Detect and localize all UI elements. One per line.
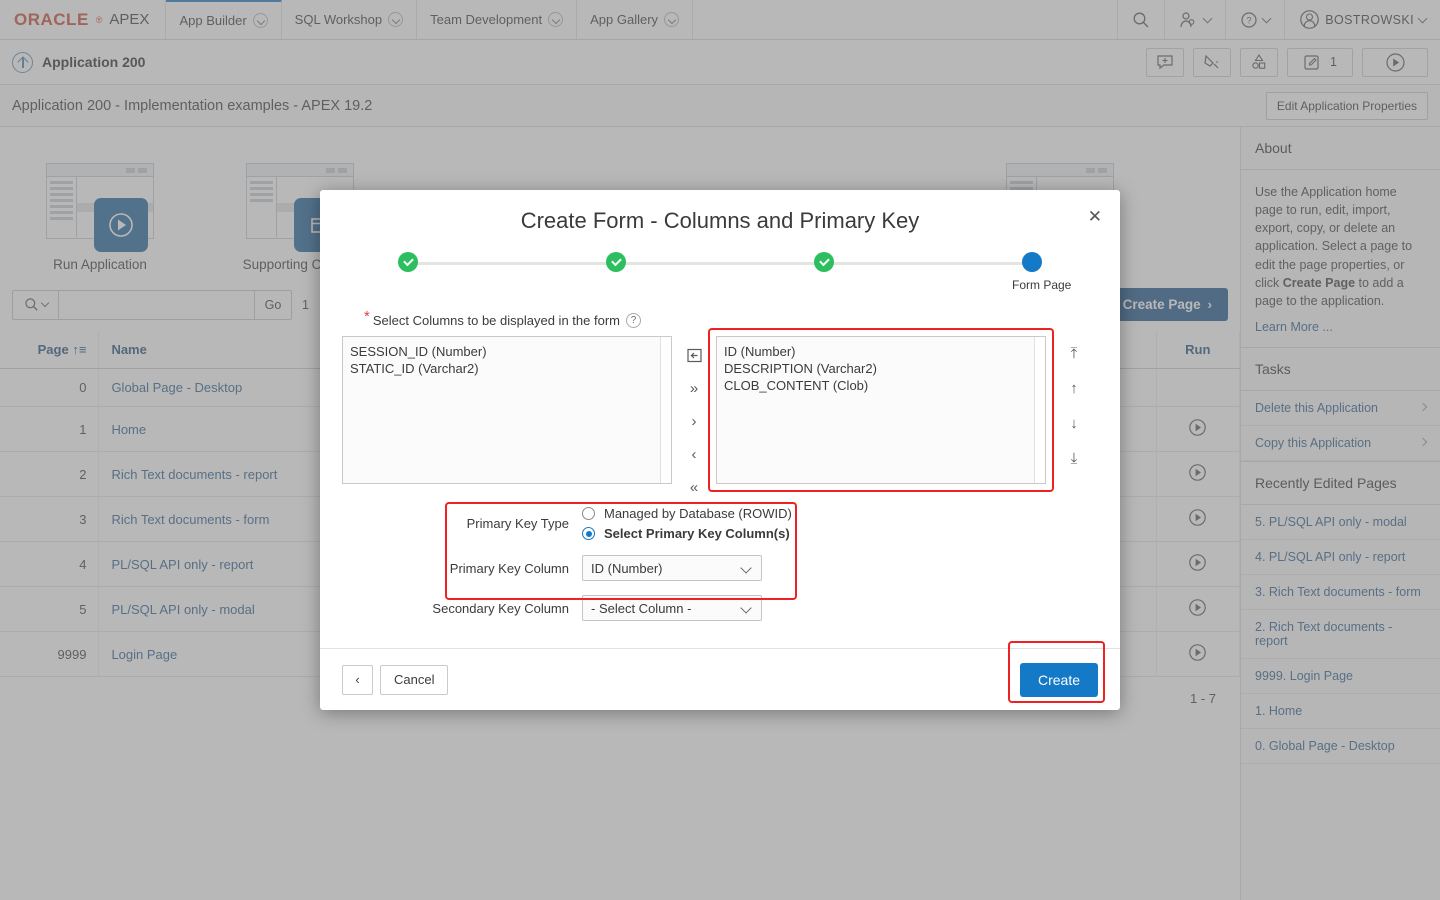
dialog-header: Create Form - Columns and Primary Key ✕ bbox=[320, 190, 1120, 312]
primary-key-type-options: Managed by Database (ROWID) Select Prima… bbox=[582, 506, 792, 541]
move-up-button[interactable]: ↑ bbox=[1061, 377, 1087, 399]
cancel-button[interactable]: Cancel bbox=[380, 665, 448, 695]
radio-label: Select Primary Key Column(s) bbox=[604, 526, 790, 541]
primary-key-type-label: Primary Key Type bbox=[342, 516, 582, 531]
available-columns-list[interactable]: SESSION_ID (Number) STATIC_ID (Varchar2) bbox=[342, 336, 672, 484]
selected-columns-wrapper: ID (Number) DESCRIPTION (Varchar2) CLOB_… bbox=[716, 336, 1046, 484]
selected-option[interactable]: DESCRIPTION (Varchar2) bbox=[723, 360, 1045, 377]
secondary-key-column-label: Secondary Key Column bbox=[342, 601, 582, 616]
shuttle-move-right-button[interactable]: › bbox=[681, 410, 707, 432]
primary-key-column-row: Primary Key Column ID (Number) bbox=[342, 555, 1098, 581]
available-option[interactable]: STATIC_ID (Varchar2) bbox=[349, 360, 671, 377]
step-complete-icon bbox=[814, 252, 834, 272]
selected-option[interactable]: ID (Number) bbox=[723, 343, 1045, 360]
create-form-dialog: Create Form - Columns and Primary Key ✕ bbox=[320, 190, 1120, 710]
back-button[interactable]: ‹ bbox=[342, 665, 373, 695]
stepper-steps: Form Page bbox=[388, 252, 1052, 292]
step-current-icon bbox=[1022, 252, 1042, 272]
wizard-step-3[interactable] bbox=[804, 252, 844, 292]
radio-select-primary-key-columns[interactable]: Select Primary Key Column(s) bbox=[582, 526, 792, 541]
shuttle-move-all-right-button[interactable]: » bbox=[681, 377, 707, 399]
available-option[interactable]: SESSION_ID (Number) bbox=[349, 343, 671, 360]
radio-label: Managed by Database (ROWID) bbox=[604, 506, 792, 521]
label-text: Select Columns to be displayed in the fo… bbox=[373, 313, 620, 328]
primary-key-section: Primary Key Type Managed by Database (RO… bbox=[342, 506, 1098, 621]
secondary-key-column-select[interactable]: - Select Column - bbox=[582, 595, 762, 621]
wizard-step-1[interactable] bbox=[388, 252, 428, 292]
selected-option[interactable]: CLOB_CONTENT (Clob) bbox=[723, 377, 1045, 394]
dialog-title: Create Form - Columns and Primary Key bbox=[320, 208, 1120, 234]
required-asterisk-icon: * bbox=[364, 308, 370, 325]
close-icon[interactable]: ✕ bbox=[1088, 208, 1102, 225]
radio-unselected-icon bbox=[582, 507, 595, 520]
chevron-down-icon bbox=[740, 562, 751, 573]
shuttle-order-buttons: ⤒ ↑ ↓ ⤓ bbox=[1052, 336, 1096, 469]
shuttle-move-left-button[interactable]: ‹ bbox=[681, 443, 707, 465]
dialog-body: * Select Columns to be displayed in the … bbox=[320, 312, 1120, 648]
secondary-key-column-row: Secondary Key Column - Select Column - bbox=[342, 595, 1098, 621]
move-to-bottom-button[interactable]: ⤓ bbox=[1061, 447, 1087, 469]
shuttle-reset-button[interactable] bbox=[681, 344, 707, 366]
step-label: Form Page bbox=[1012, 278, 1052, 292]
help-icon[interactable]: ? bbox=[626, 313, 641, 328]
footer-right-group: Create bbox=[1020, 663, 1098, 697]
selected-columns-list[interactable]: ID (Number) DESCRIPTION (Varchar2) CLOB_… bbox=[716, 336, 1046, 484]
select-value: ID (Number) bbox=[591, 561, 663, 576]
step-complete-icon bbox=[606, 252, 626, 272]
columns-shuttle: SESSION_ID (Number) STATIC_ID (Varchar2)… bbox=[342, 336, 1098, 498]
create-button[interactable]: Create bbox=[1020, 663, 1098, 697]
scrollbar[interactable] bbox=[660, 337, 671, 483]
move-to-top-button[interactable]: ⤒ bbox=[1061, 342, 1087, 364]
move-down-button[interactable]: ↓ bbox=[1061, 412, 1087, 434]
select-columns-label: * Select Columns to be displayed in the … bbox=[364, 312, 1098, 329]
primary-key-column-select[interactable]: ID (Number) bbox=[582, 555, 762, 581]
wizard-progress-stepper: Form Page bbox=[388, 252, 1052, 312]
chevron-down-icon bbox=[740, 602, 751, 613]
select-value: - Select Column - bbox=[591, 601, 691, 616]
step-complete-icon bbox=[398, 252, 418, 272]
primary-key-type-row: Primary Key Type Managed by Database (RO… bbox=[342, 506, 1098, 541]
wizard-step-2[interactable] bbox=[596, 252, 636, 292]
wizard-step-4-form-page[interactable]: Form Page bbox=[1012, 252, 1052, 292]
primary-key-column-label: Primary Key Column bbox=[342, 561, 582, 576]
app-root: ORACLE® APEX App Builder SQL Workshop Te… bbox=[0, 0, 1440, 900]
scrollbar[interactable] bbox=[1034, 337, 1045, 483]
dialog-footer: ‹ Cancel Create bbox=[320, 648, 1120, 710]
reset-icon bbox=[686, 347, 703, 364]
radio-selected-icon bbox=[582, 527, 595, 540]
radio-managed-by-database[interactable]: Managed by Database (ROWID) bbox=[582, 506, 792, 521]
shuttle-transfer-buttons: » › ‹ « bbox=[672, 336, 716, 498]
shuttle-move-all-left-button[interactable]: « bbox=[681, 476, 707, 498]
